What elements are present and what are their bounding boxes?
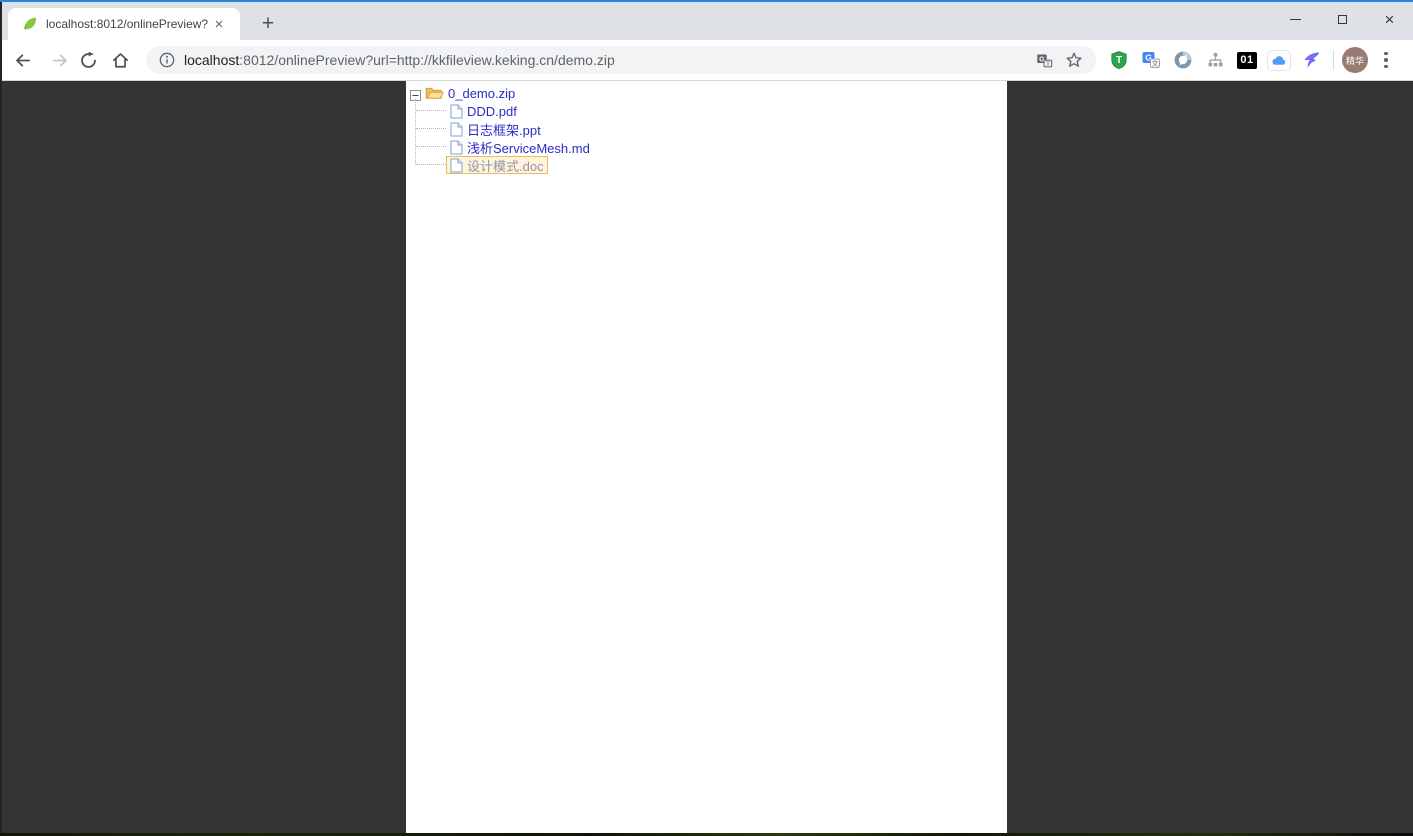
address-bar[interactable]: localhost:8012/onlinePreview?url=http://… [146, 46, 1096, 74]
kebab-dot [1384, 52, 1388, 56]
svg-text:文: 文 [1152, 59, 1159, 68]
close-button[interactable]: × [1366, 4, 1413, 34]
shield-extension-button[interactable]: T [1105, 46, 1133, 74]
01-extension-button[interactable]: 01 [1233, 46, 1261, 74]
tree-node-label: 设计模式.doc [467, 156, 544, 175]
minimize-button[interactable] [1272, 4, 1319, 34]
forward-arrow-icon [51, 51, 70, 70]
kebab-dot [1384, 65, 1388, 69]
kebab-dot [1384, 58, 1388, 62]
maximize-icon [1338, 15, 1347, 24]
tab-strip: localhost:8012/onlinePreview? × + × [0, 2, 1413, 40]
page-content: 0_demo.zip DDD.pdf [0, 81, 1413, 836]
tree-node-file-selected[interactable]: 设计模式.doc [446, 156, 548, 174]
url-text[interactable]: localhost:8012/onlinePreview?url=http://… [184, 52, 1026, 68]
url-host: localhost [184, 52, 239, 68]
bird-icon [1301, 50, 1321, 70]
svg-text:T: T [1116, 55, 1122, 66]
page-info-icon[interactable] [158, 51, 176, 69]
browser-menu-button[interactable] [1372, 52, 1400, 69]
tree-node-label: 日志框架.ppt [467, 120, 541, 139]
tree-connector-vertical [415, 99, 416, 165]
file-tree: 0_demo.zip DDD.pdf [406, 81, 1007, 833]
file-icon [450, 158, 463, 173]
profile-avatar[interactable]: 精华 [1342, 47, 1368, 73]
maximize-button[interactable] [1319, 4, 1366, 34]
back-button[interactable] [8, 46, 36, 74]
ring-swirl-icon [1173, 50, 1193, 70]
translate-extension-button[interactable]: G 文 [1137, 46, 1165, 74]
star-icon [1065, 51, 1083, 69]
toolbar-separator [1333, 50, 1334, 70]
translate-page-button[interactable]: G 文 [1032, 48, 1056, 72]
tree-node-label: 0_demo.zip [448, 86, 515, 101]
back-arrow-icon [13, 51, 32, 70]
tree-connector [416, 146, 446, 147]
zip-preview-panel: 0_demo.zip DDD.pdf [406, 81, 1007, 833]
ring-extension-button[interactable] [1169, 46, 1197, 74]
home-button[interactable] [106, 46, 134, 74]
browser-toolbar: localhost:8012/onlinePreview?url=http://… [0, 40, 1413, 81]
reload-icon [79, 51, 98, 70]
window-controls: × [1272, 4, 1413, 34]
url-path: :8012/onlinePreview?url=http://kkfilevie… [239, 52, 614, 68]
open-folder-icon [425, 86, 444, 101]
tree-connector [416, 164, 446, 165]
forward-button[interactable] [46, 46, 74, 74]
green-shield-icon: T [1109, 50, 1129, 70]
google-translate-icon: G 文 [1141, 50, 1161, 70]
tree-connector [416, 110, 446, 111]
translate-icon: G 文 [1036, 52, 1053, 69]
file-icon [450, 122, 463, 137]
window-left-edge [0, 0, 2, 836]
browser-tab[interactable]: localhost:8012/onlinePreview? × [8, 8, 240, 40]
01-badge-icon: 01 [1237, 52, 1257, 69]
minimize-icon [1290, 19, 1301, 20]
tree-node-file[interactable]: 日志框架.ppt [446, 120, 545, 138]
reload-button[interactable] [74, 46, 102, 74]
bird-extension-button[interactable] [1297, 46, 1325, 74]
bookmark-star-button[interactable] [1062, 48, 1086, 72]
file-icon [450, 140, 463, 155]
home-icon [111, 51, 130, 70]
collapse-toggle-icon[interactable] [410, 88, 421, 99]
window-accent-border [0, 0, 1413, 2]
extension-area: T G 文 [1105, 46, 1400, 74]
tree-node-label: 浅析ServiceMesh.md [467, 138, 590, 157]
tab-close-icon[interactable]: × [210, 15, 228, 33]
close-icon: × [1385, 11, 1395, 28]
tree-node-file[interactable]: DDD.pdf [446, 102, 521, 120]
tab-title: localhost:8012/onlinePreview? [46, 17, 208, 31]
tree-node-file[interactable]: 浅析ServiceMesh.md [446, 138, 594, 156]
sitemap-icon [1206, 51, 1225, 70]
file-icon [450, 104, 463, 119]
sitemap-extension-button[interactable] [1201, 46, 1229, 74]
new-tab-button[interactable]: + [254, 11, 282, 37]
cloud-extension-button[interactable] [1265, 46, 1293, 74]
cloud-icon [1267, 50, 1291, 71]
svg-text:文: 文 [1045, 59, 1051, 67]
tree-connector [416, 128, 446, 129]
tree-node-root[interactable]: 0_demo.zip [421, 84, 519, 102]
tree-node-label: DDD.pdf [467, 104, 517, 119]
spring-leaf-favicon [22, 16, 38, 32]
